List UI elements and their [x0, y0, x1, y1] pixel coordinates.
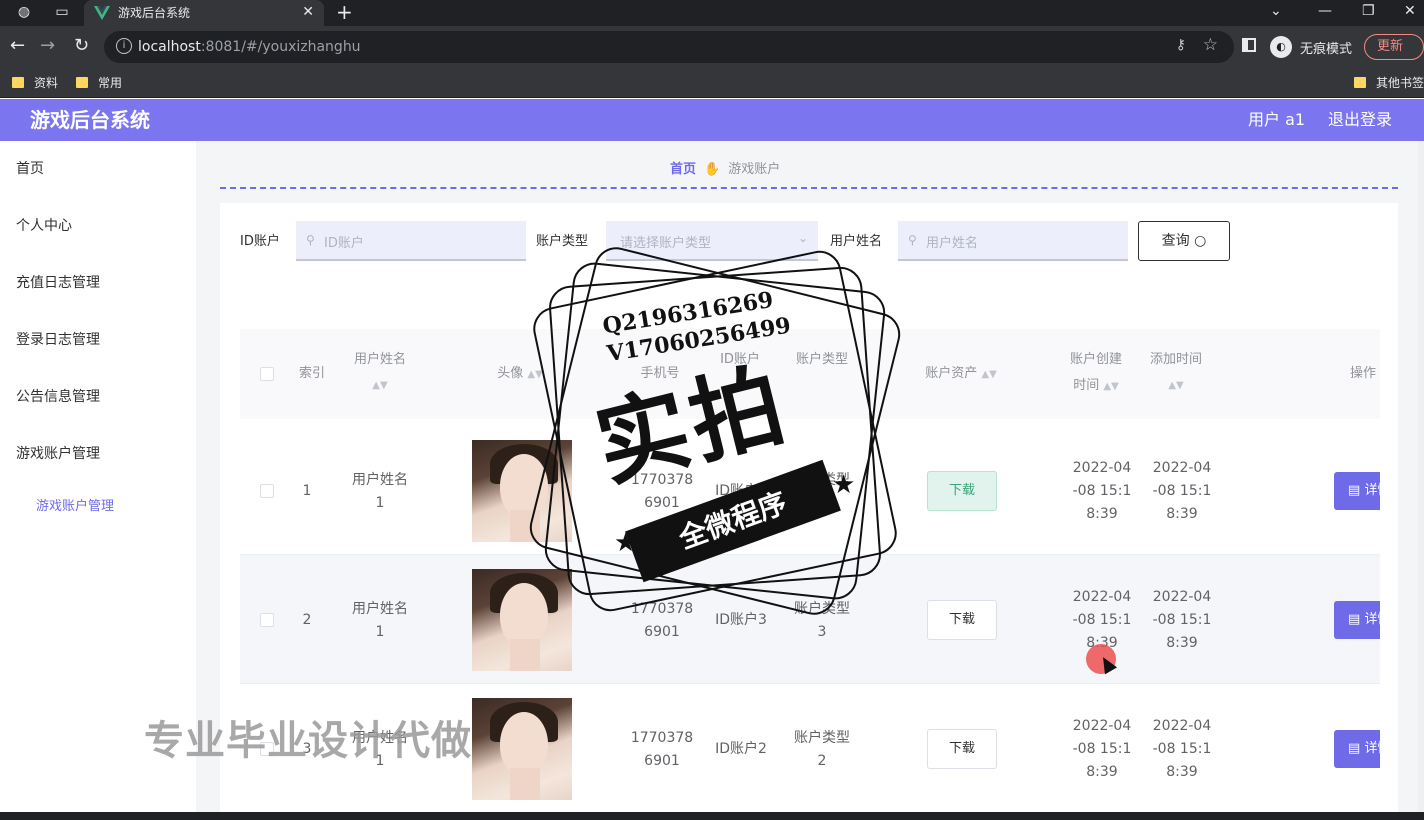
star-icon: ★	[614, 528, 638, 558]
star-icon[interactable]: ☆	[1203, 35, 1218, 55]
folder-icon	[1354, 77, 1366, 88]
forward-icon[interactable]: →	[40, 36, 55, 56]
globe-icon[interactable]: ◍	[16, 4, 32, 20]
browser-tab-strip: ◍ ▭ 游戏后台系统 ✕ + ⌄ — ❐ ✕	[0, 0, 1424, 26]
header-added[interactable]: 添加时间 ▲▼	[1146, 347, 1206, 399]
row-checkbox[interactable]	[260, 484, 274, 498]
app-header: 游戏后台系统 用户 a1 退出登录	[0, 99, 1424, 141]
header-name[interactable]: 用户姓名 ▲▼	[340, 347, 420, 399]
cell-name: 用户姓名 1	[352, 472, 408, 511]
document-icon: ▤	[1348, 741, 1361, 756]
sort-icon: ▲▼	[372, 380, 388, 391]
sidebar-subitem-game-accounts[interactable]: 游戏账户管理	[0, 487, 196, 527]
header-actions: 操作	[1350, 366, 1377, 381]
folder-icon	[12, 77, 24, 88]
app-title: 游戏后台系统	[30, 108, 150, 132]
browser-tab[interactable]: 游戏后台系统 ✕	[84, 0, 324, 26]
search-icon: ○	[1194, 233, 1207, 249]
download-button[interactable]: 下载	[927, 729, 997, 769]
cell-added-time: 2022-04 -08 15:1 8:39	[1152, 718, 1212, 780]
taskbar-edge	[0, 812, 1424, 820]
header-created[interactable]: 账户创建 时间 ▲▼	[1066, 347, 1126, 400]
sidebar-item-notice[interactable]: 公告信息管理	[0, 377, 196, 417]
breadcrumb: 首页 ✋ 游戏账户	[670, 161, 780, 179]
cell-type: 账户类型 2	[794, 730, 850, 769]
header-index: 索引	[298, 366, 325, 381]
update-button[interactable]: 更新	[1364, 34, 1424, 60]
sort-icon: ▲▼	[981, 369, 997, 380]
sidebar-item-recharge-log[interactable]: 充值日志管理	[0, 263, 196, 303]
sort-icon: ▲▼	[1168, 380, 1184, 391]
sidebar-item-profile[interactable]: 个人中心	[0, 206, 196, 246]
download-button[interactable]: 下载	[927, 471, 997, 511]
page-scrollbar[interactable]	[1418, 141, 1424, 812]
close-window-icon[interactable]: ✕	[1404, 2, 1416, 20]
incognito-label: 无痕模式	[1300, 42, 1353, 57]
cell-created-time: 2022-04 -08 15:1 8:39	[1072, 460, 1132, 522]
folder-icon	[76, 77, 88, 88]
query-button[interactable]: 查询 ○	[1138, 221, 1230, 261]
restore-icon[interactable]: ❐	[1362, 2, 1375, 20]
detail-button[interactable]: ▤ 详情	[1334, 730, 1380, 768]
cell-phone: 1770378 6901	[630, 730, 694, 769]
tab-close-icon[interactable]: ✕	[302, 3, 314, 21]
sidebar-item-home[interactable]: 首页	[0, 149, 196, 189]
sidebar-item-game-accounts[interactable]: 游戏账户管理	[0, 434, 196, 474]
header-assets[interactable]: 账户资产 ▲▼	[916, 361, 1006, 388]
sort-icon: ▲▼	[1103, 381, 1119, 392]
browser-toolbar: ← → ↻ i localhost:8081/#/youxizhanghu ⚷ …	[0, 26, 1424, 68]
detail-button[interactable]: ▤ 详情	[1334, 472, 1380, 510]
cell-id-account: ID账户2	[715, 741, 767, 757]
incognito-icon: ◐	[1270, 36, 1292, 58]
watermark-stamp: Q2196316269 V17060256499 实拍 全微程序 ★ ★	[520, 236, 910, 624]
minimize-icon[interactable]: —	[1318, 2, 1332, 20]
document-icon: ▤	[1348, 612, 1361, 627]
select-all-checkbox[interactable]	[260, 367, 274, 381]
cell-added-time: 2022-04 -08 15:1 8:39	[1152, 589, 1212, 651]
current-user: 用户 a1	[1248, 110, 1306, 129]
side-panel-icon[interactable]	[1242, 38, 1256, 52]
download-button[interactable]: 下载	[927, 600, 997, 640]
watermark-caption: 专业毕业设计代做	[144, 718, 472, 764]
cell-created-time: 2022-04 -08 15:1 8:39	[1072, 718, 1132, 780]
star-icon: ★	[832, 470, 856, 500]
tab-search-icon[interactable]: ▭	[54, 4, 70, 20]
avatar-image	[472, 698, 572, 800]
address-bar[interactable]: i localhost:8081/#/youxizhanghu ⚷ ☆	[104, 31, 1234, 63]
id-account-input[interactable]: ⚲ ID账户	[296, 221, 526, 261]
breadcrumb-home[interactable]: 首页	[670, 162, 696, 177]
document-icon: ▤	[1348, 483, 1361, 498]
sidebar-item-login-log[interactable]: 登录日志管理	[0, 320, 196, 360]
id-account-label: ID账户	[240, 234, 280, 249]
divider	[220, 187, 1398, 189]
chevron-down-icon[interactable]: ⌄	[1270, 2, 1282, 20]
tab-title: 游戏后台系统	[118, 6, 191, 20]
vue-logo-icon	[94, 6, 110, 20]
url-text: localhost:8081/#/youxizhanghu	[138, 39, 361, 55]
row-checkbox[interactable]	[260, 613, 274, 627]
logout-link[interactable]: 退出登录	[1328, 109, 1392, 131]
breadcrumb-separator-icon: ✋	[704, 162, 721, 177]
breadcrumb-current: 游戏账户	[728, 162, 781, 177]
key-icon[interactable]: ⚷	[1176, 37, 1186, 53]
cell-name: 用户姓名 1	[352, 601, 408, 640]
cell-added-time: 2022-04 -08 15:1 8:39	[1152, 460, 1212, 522]
new-tab-icon[interactable]: +	[336, 1, 353, 23]
bookmarks-bar: 资料 常用 其他书签	[0, 68, 1424, 98]
reload-icon[interactable]: ↻	[74, 36, 89, 56]
detail-button[interactable]: ▤ 详情	[1334, 601, 1380, 639]
user-name-input[interactable]: ⚲ 用户姓名	[898, 221, 1128, 261]
back-icon[interactable]: ←	[10, 36, 25, 56]
info-icon[interactable]: i	[116, 38, 132, 54]
search-icon: ⚲	[306, 233, 315, 247]
